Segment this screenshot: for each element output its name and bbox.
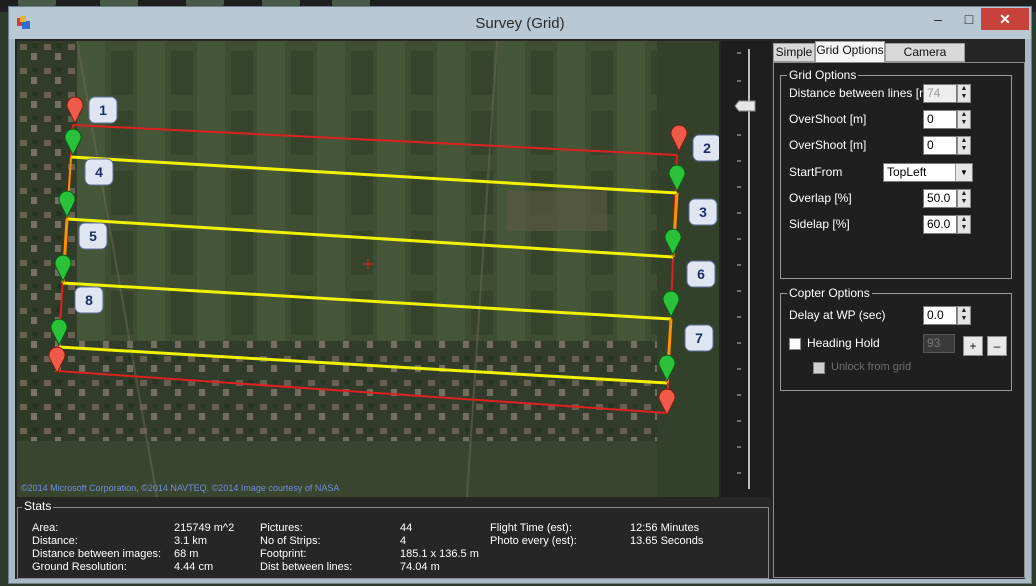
unlock-from-grid-label: Unlock from grid	[831, 361, 912, 373]
photo-every-label: Photo every (est):	[490, 535, 577, 547]
sidelap-label: Sidelap [%]	[789, 217, 850, 231]
zoom-slider[interactable]	[721, 41, 771, 497]
waypoint-label-4[interactable]: 4	[84, 158, 114, 186]
options-tab-control: Simple Grid Options Camera Config Grid O…	[773, 41, 1025, 579]
satellite-map[interactable]: 1 2 3 4 5 6 7 8 ©2014 Microsoft Corporat…	[17, 41, 719, 497]
overlap-label: Overlap [%]	[789, 191, 852, 205]
heading-hold-checkbox[interactable]	[789, 338, 801, 350]
no-of-strips-label: No of Strips:	[260, 535, 321, 547]
delay-at-wp-label: Delay at WP (sec)	[789, 308, 886, 322]
waypoint-label-1[interactable]: 1	[88, 96, 118, 124]
heading-plus-button[interactable]: +	[963, 336, 983, 356]
tab-grid-options[interactable]: Grid Options	[815, 41, 885, 62]
waypoint-label-6[interactable]: 6	[686, 260, 716, 288]
pictures-value: 44	[400, 522, 413, 534]
footprint-label: Footprint:	[260, 548, 307, 560]
dist-between-lines-label: Dist between lines:	[260, 561, 353, 573]
heading-hold-label: Heading Hold	[807, 336, 880, 350]
overshoot-2-field[interactable]: 0	[923, 136, 957, 155]
overshoot-field[interactable]: 0	[923, 110, 957, 129]
waypoint-number: 6	[697, 266, 705, 282]
chevron-down-icon[interactable]: ▼	[955, 164, 972, 181]
close-button[interactable]: ✕	[981, 8, 1029, 30]
dist-between-lines-value: 74.04 m	[400, 561, 440, 573]
ground-resolution-value: 4.44 cm	[174, 561, 214, 573]
overshoot-2-spinner[interactable]: ▲ ▼	[957, 136, 971, 155]
distance-between-lines-field: 74	[923, 84, 957, 103]
maximize-button[interactable]: □	[955, 8, 983, 30]
photo-every-value: 13.65 Seconds	[630, 535, 704, 547]
waypoint-number: 5	[89, 228, 97, 244]
waypoint-number: 8	[85, 292, 93, 308]
distance-label: Distance:	[32, 535, 78, 547]
tab-camera-config[interactable]: Camera Config	[885, 43, 965, 76]
delay-spinner[interactable]: ▲ ▼	[957, 306, 971, 325]
waypoint-number: 7	[695, 330, 703, 346]
copter-options-group-title: Copter Options	[787, 286, 872, 300]
overlap-spinner[interactable]: ▲ ▼	[957, 189, 971, 208]
distance-value: 3.1 km	[174, 535, 208, 547]
grid-options-group: Grid Options Distance between lines [m] …	[780, 68, 1012, 279]
waypoint-label-7[interactable]: 7	[684, 324, 714, 352]
waypoint-label-5[interactable]: 5	[78, 222, 108, 250]
overshoot-spinner[interactable]: ▲ ▼	[957, 110, 971, 129]
minimize-button[interactable]: –	[923, 8, 953, 30]
delay-at-wp-field[interactable]: 0.0	[923, 306, 957, 325]
stats-group: Stats Area: 215749 m^2 Distance: 3.1 km …	[17, 499, 769, 579]
grid-options-group-title: Grid Options	[787, 68, 859, 82]
survey-grid-window: Survey (Grid) – □ ✕ 1 2 3 4 5 6 7 8 ©201…	[8, 6, 1032, 584]
copter-options-group: Copter Options Delay at WP (sec) 0.0 ▲ ▼ …	[780, 286, 1012, 391]
flight-time-value: 12:56 Minutes	[630, 522, 700, 534]
waypoint-label-3[interactable]: 3	[688, 198, 718, 226]
waypoint-number: 4	[95, 164, 103, 180]
heading-hold-value: 93	[923, 334, 955, 353]
ground-resolution-label: Ground Resolution:	[32, 561, 127, 573]
stats-group-title: Stats	[22, 499, 54, 513]
tab-simple[interactable]: Simple	[773, 43, 815, 62]
waypoint-number: 1	[99, 102, 107, 118]
heading-minus-button[interactable]: –	[987, 336, 1007, 356]
distance-between-images-label: Distance between images:	[32, 548, 162, 560]
title-bar[interactable]: Survey (Grid) – □ ✕	[9, 7, 1031, 39]
map-attribution: ©2014 Microsoft Corporation, ©2014 NAVTE…	[21, 483, 340, 493]
window-client-area: 1 2 3 4 5 6 7 8 ©2014 Microsoft Corporat…	[15, 39, 1025, 579]
sidelap-field[interactable]: 60.0	[923, 215, 957, 234]
distance-between-images-value: 68 m	[174, 548, 199, 560]
pictures-label: Pictures:	[260, 522, 303, 534]
distance-spinner: ▲ ▼	[957, 84, 971, 103]
map-canvas[interactable]: 1 2 3 4 5 6 7 8	[17, 41, 719, 497]
no-of-strips-value: 4	[400, 535, 407, 547]
waypoint-number: 3	[699, 204, 707, 220]
area-value: 215749 m^2	[174, 522, 235, 534]
grid-options-panel: Grid Options Distance between lines [m] …	[773, 62, 1025, 578]
unlock-from-grid-checkbox	[813, 362, 825, 374]
startfrom-dropdown[interactable]: TopLeft ▼	[883, 163, 973, 182]
overshoot-label: OverShoot [m]	[789, 112, 867, 126]
overlap-field[interactable]: 50.0	[923, 189, 957, 208]
window-title: Survey (Grid)	[475, 15, 565, 32]
area-label: Area:	[32, 522, 59, 534]
zoom-slider-thumb[interactable]	[734, 100, 756, 112]
distance-between-lines-label: Distance between lines [m]	[789, 86, 933, 100]
flight-time-label: Flight Time (est):	[490, 522, 572, 534]
startfrom-label: StartFrom	[789, 165, 843, 179]
footprint-value: 185.1 x 136.5 m	[400, 548, 479, 560]
waypoint-label-2[interactable]: 2	[692, 134, 719, 162]
overshoot-2-label: OverShoot [m]	[789, 138, 867, 152]
startfrom-selected-value: TopLeft	[887, 165, 927, 179]
sidelap-spinner[interactable]: ▲ ▼	[957, 215, 971, 234]
waypoint-label-8[interactable]: 8	[74, 286, 104, 314]
waypoint-number: 2	[703, 140, 711, 156]
